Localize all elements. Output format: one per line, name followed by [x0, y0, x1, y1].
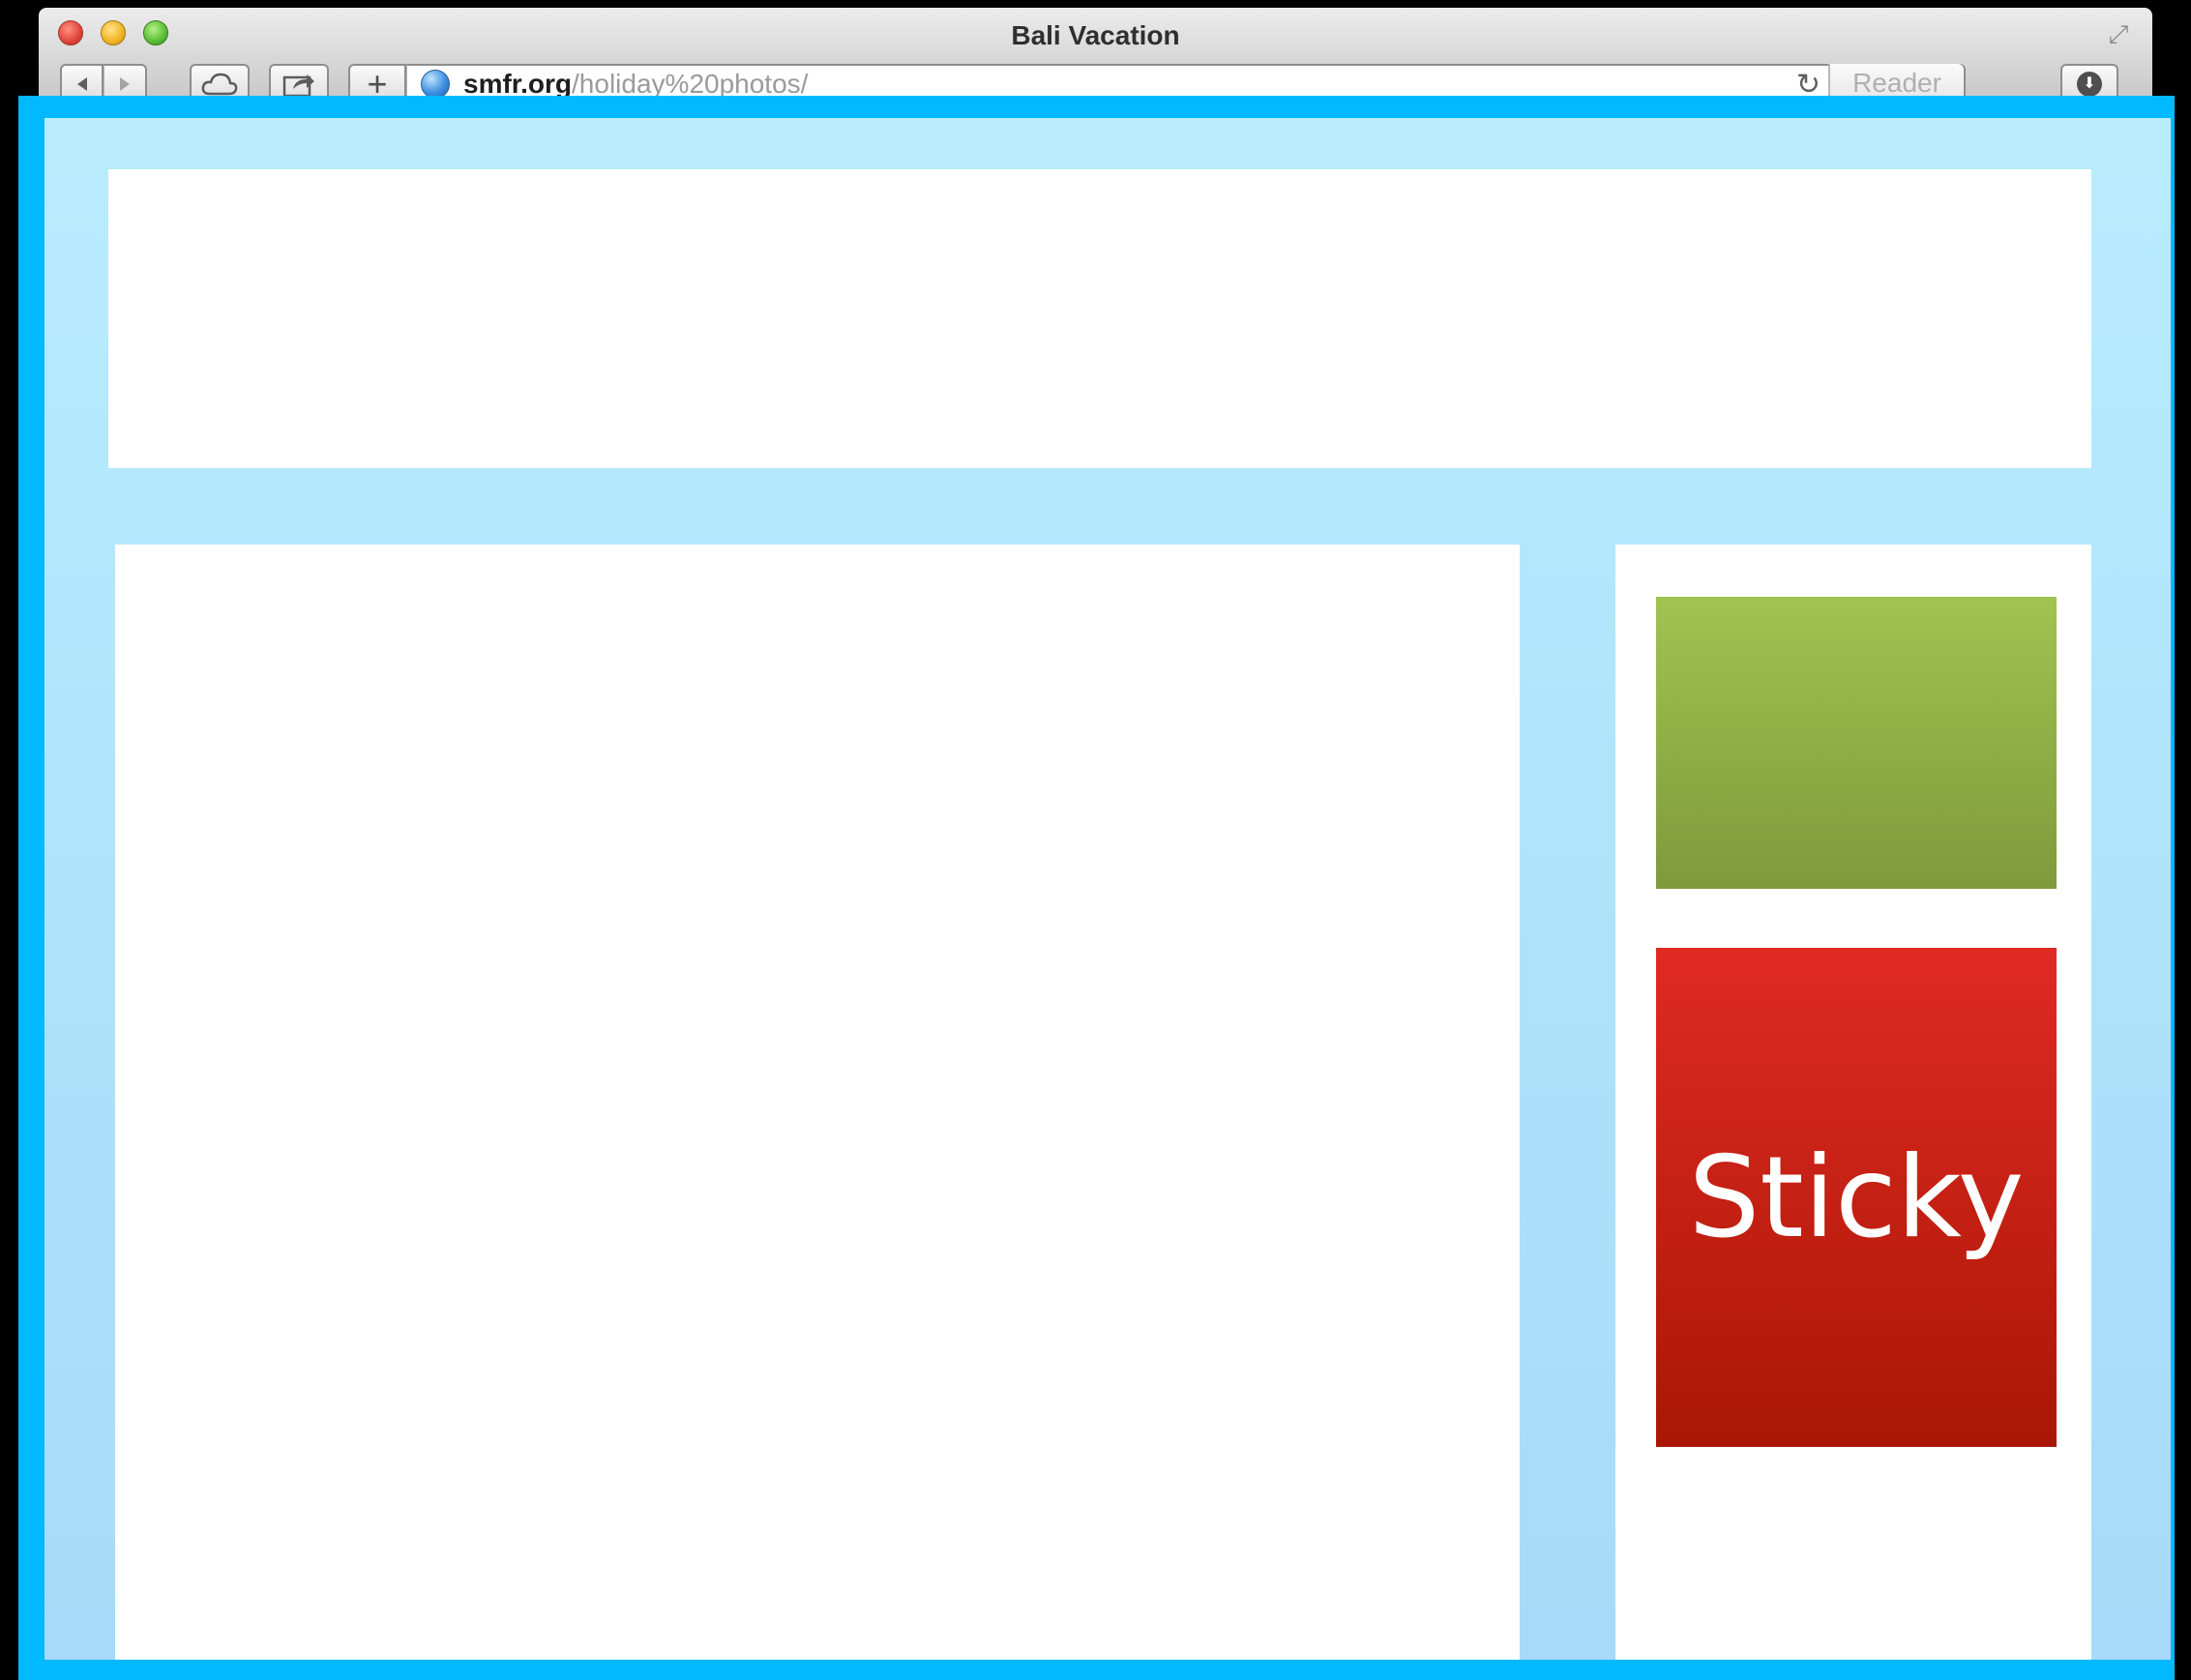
page-header [108, 169, 2091, 468]
sticky-label: Sticky [1688, 1132, 2025, 1263]
back-arrow-icon [76, 77, 87, 91]
fullscreen-icon[interactable]: ⤢ [2104, 19, 2133, 48]
icloud-tabs-icon [201, 73, 238, 96]
url-path: /holiday%20photos/ [572, 69, 809, 99]
share-icon [282, 74, 314, 98]
main-content [115, 545, 1520, 1660]
url-domain: smfr.org [463, 69, 573, 99]
forward-arrow-icon [120, 77, 130, 91]
downloads-icon: ⬇ [2077, 72, 2102, 97]
title-bar: Bali Vacation ⤢ + smfr.org/holiday%20pho… [39, 8, 2152, 103]
sticky-box: Sticky [1656, 948, 2057, 1447]
window-title: Bali Vacation [1011, 20, 1180, 50]
page-viewport: Sticky [44, 118, 2171, 1660]
sidebar-green-box [1656, 597, 2057, 889]
globe-icon [421, 70, 450, 99]
